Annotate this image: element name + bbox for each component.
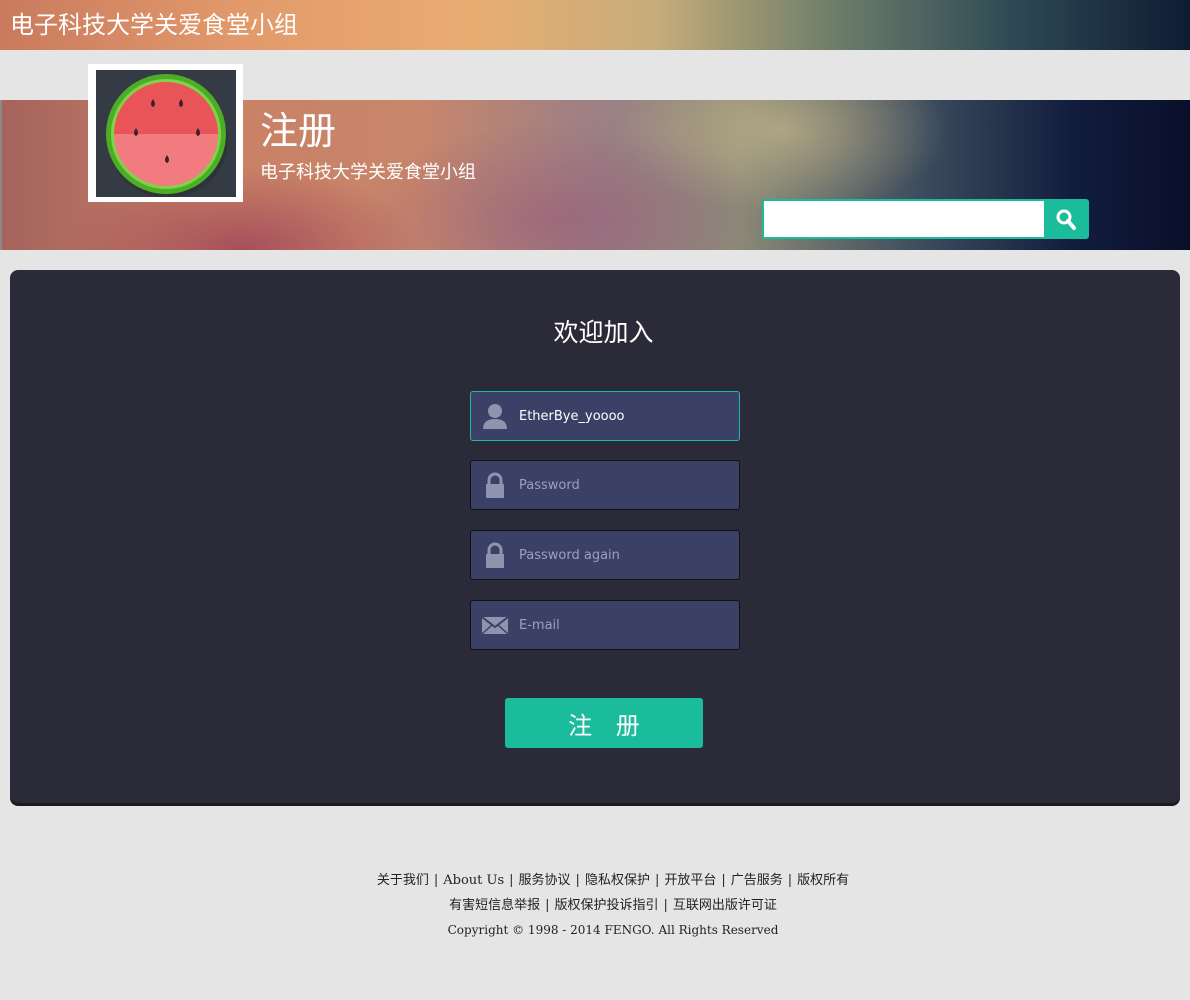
- footer-link-complaint-guide[interactable]: 版权保护投诉指引: [554, 898, 658, 913]
- lock-icon: [481, 471, 509, 499]
- lock-icon: [481, 541, 509, 569]
- footer-link-publish-license[interactable]: 互联网出版许可证: [673, 898, 777, 913]
- mail-icon: [481, 611, 509, 639]
- search-icon: [1046, 209, 1087, 240]
- password-again-input[interactable]: [519, 539, 729, 571]
- footer-link-about-en[interactable]: About Us: [443, 873, 504, 888]
- register-button[interactable]: 注 册: [505, 698, 703, 748]
- logo[interactable]: [88, 64, 243, 202]
- footer-links: 关于我们 | About Us | 服务协议 | 隐私权保护 | 开放平台 | 广告服务 | 版权所有: [376, 873, 850, 888]
- password-again-field[interactable]: [470, 530, 740, 580]
- footer-link-about-cn[interactable]: 关于我们: [377, 873, 429, 888]
- password-input[interactable]: [519, 469, 729, 501]
- footer-link-terms[interactable]: 服务协议: [519, 873, 571, 888]
- username-field[interactable]: [470, 391, 740, 441]
- form-heading: 欢迎加入: [553, 318, 654, 347]
- footer-link-report-sms[interactable]: 有害短信息举报: [449, 898, 540, 913]
- top-header-bar: 电子科技大学关爱食堂小组: [0, 0, 1190, 50]
- watermelon-icon: [96, 70, 236, 198]
- username-input[interactable]: [519, 400, 729, 432]
- search-input[interactable]: [762, 199, 1045, 239]
- page-subtitle: 电子科技大学关爱食堂小组: [260, 162, 476, 183]
- footer-link-ads[interactable]: 广告服务: [731, 873, 783, 888]
- footer-link-copyright[interactable]: 版权所有: [797, 873, 849, 888]
- page-title: 注册: [260, 109, 337, 153]
- password-field[interactable]: [470, 460, 740, 510]
- copyright-text: Copyright © 1998 - 2014 FENGO. All Right…: [447, 923, 779, 937]
- footer-links-secondary: 有害短信息举报 | 版权保护投诉指引 | 互联网出版许可证: [449, 898, 777, 913]
- footer-link-open-platform[interactable]: 开放平台: [664, 873, 716, 888]
- site-title: 电子科技大学关爱食堂小组: [10, 11, 298, 39]
- footer-link-privacy[interactable]: 隐私权保护: [585, 873, 650, 888]
- search-button[interactable]: [1044, 199, 1089, 239]
- email-field[interactable]: [470, 600, 740, 650]
- email-input[interactable]: [519, 609, 729, 641]
- user-icon: [481, 402, 509, 430]
